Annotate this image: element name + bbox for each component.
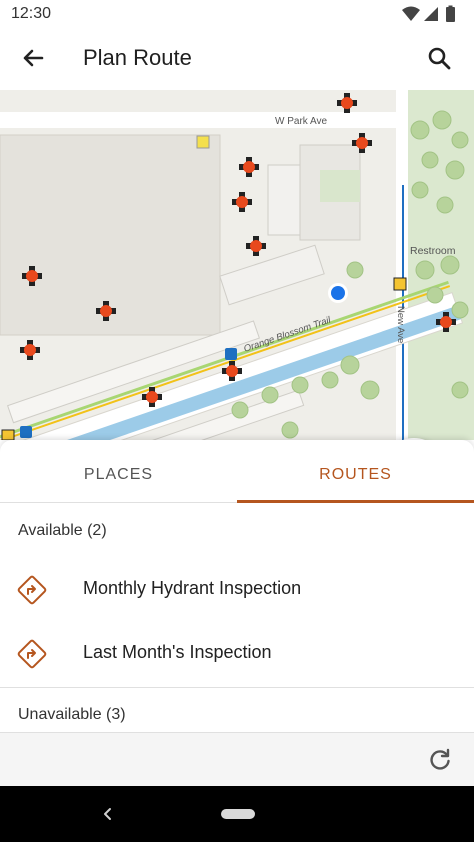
route-item-monthly-hydrant-inspection[interactable]: Monthly Hydrant Inspection <box>0 558 474 622</box>
route-label: Last Month's Inspection <box>83 642 272 662</box>
section-header-unavailable[interactable]: Unavailable (3) <box>18 706 126 724</box>
page-title: Plan Route <box>83 45 192 70</box>
status-icons <box>402 5 455 22</box>
sign-icon <box>393 277 407 291</box>
street-label-w-park-ave: W Park Ave <box>275 116 327 127</box>
bus-stop-icon <box>20 426 32 438</box>
route-diamond-icon <box>17 639 47 669</box>
bottom-toolbar <box>0 732 474 786</box>
bus-stop-icon <box>225 348 237 360</box>
nav-home-pill[interactable] <box>221 809 255 819</box>
cell-signal-icon <box>424 7 438 21</box>
route-diamond-icon <box>17 575 47 605</box>
system-nav-bar <box>0 786 474 842</box>
route-label: Monthly Hydrant Inspection <box>83 578 302 598</box>
poi-label-restroom: Restroom <box>410 245 456 257</box>
search-icon[interactable] <box>422 41 458 77</box>
section-header-available: Available (2) <box>18 522 107 539</box>
app-bar: Plan Route <box>0 28 474 90</box>
map-view[interactable]: W Park Ave Orange Blossom Trail New Ave … <box>0 90 474 440</box>
street-label-new-ave: New Ave <box>395 306 406 343</box>
tab-indicator <box>237 500 474 503</box>
wifi-icon <box>402 6 420 21</box>
status-bar: 12:30 <box>0 0 474 28</box>
tab-bar: PLACES ROUTES <box>0 440 474 503</box>
refresh-icon[interactable] <box>426 746 454 774</box>
battery-icon <box>446 5 455 22</box>
nav-back-icon[interactable] <box>98 802 118 826</box>
current-location-dot <box>331 286 345 300</box>
status-time: 12:30 <box>11 5 52 22</box>
map-canvas[interactable]: W Park Ave Orange Blossom Trail New Ave … <box>0 90 474 440</box>
sign-icon <box>196 135 210 149</box>
tab-places[interactable]: PLACES <box>0 440 237 503</box>
tab-routes[interactable]: ROUTES <box>237 440 474 503</box>
route-item-last-months-inspection[interactable]: Last Month's Inspection <box>0 622 474 686</box>
sign-icon <box>1 429 15 440</box>
divider <box>0 687 474 688</box>
arrow-back-icon[interactable] <box>14 41 50 77</box>
